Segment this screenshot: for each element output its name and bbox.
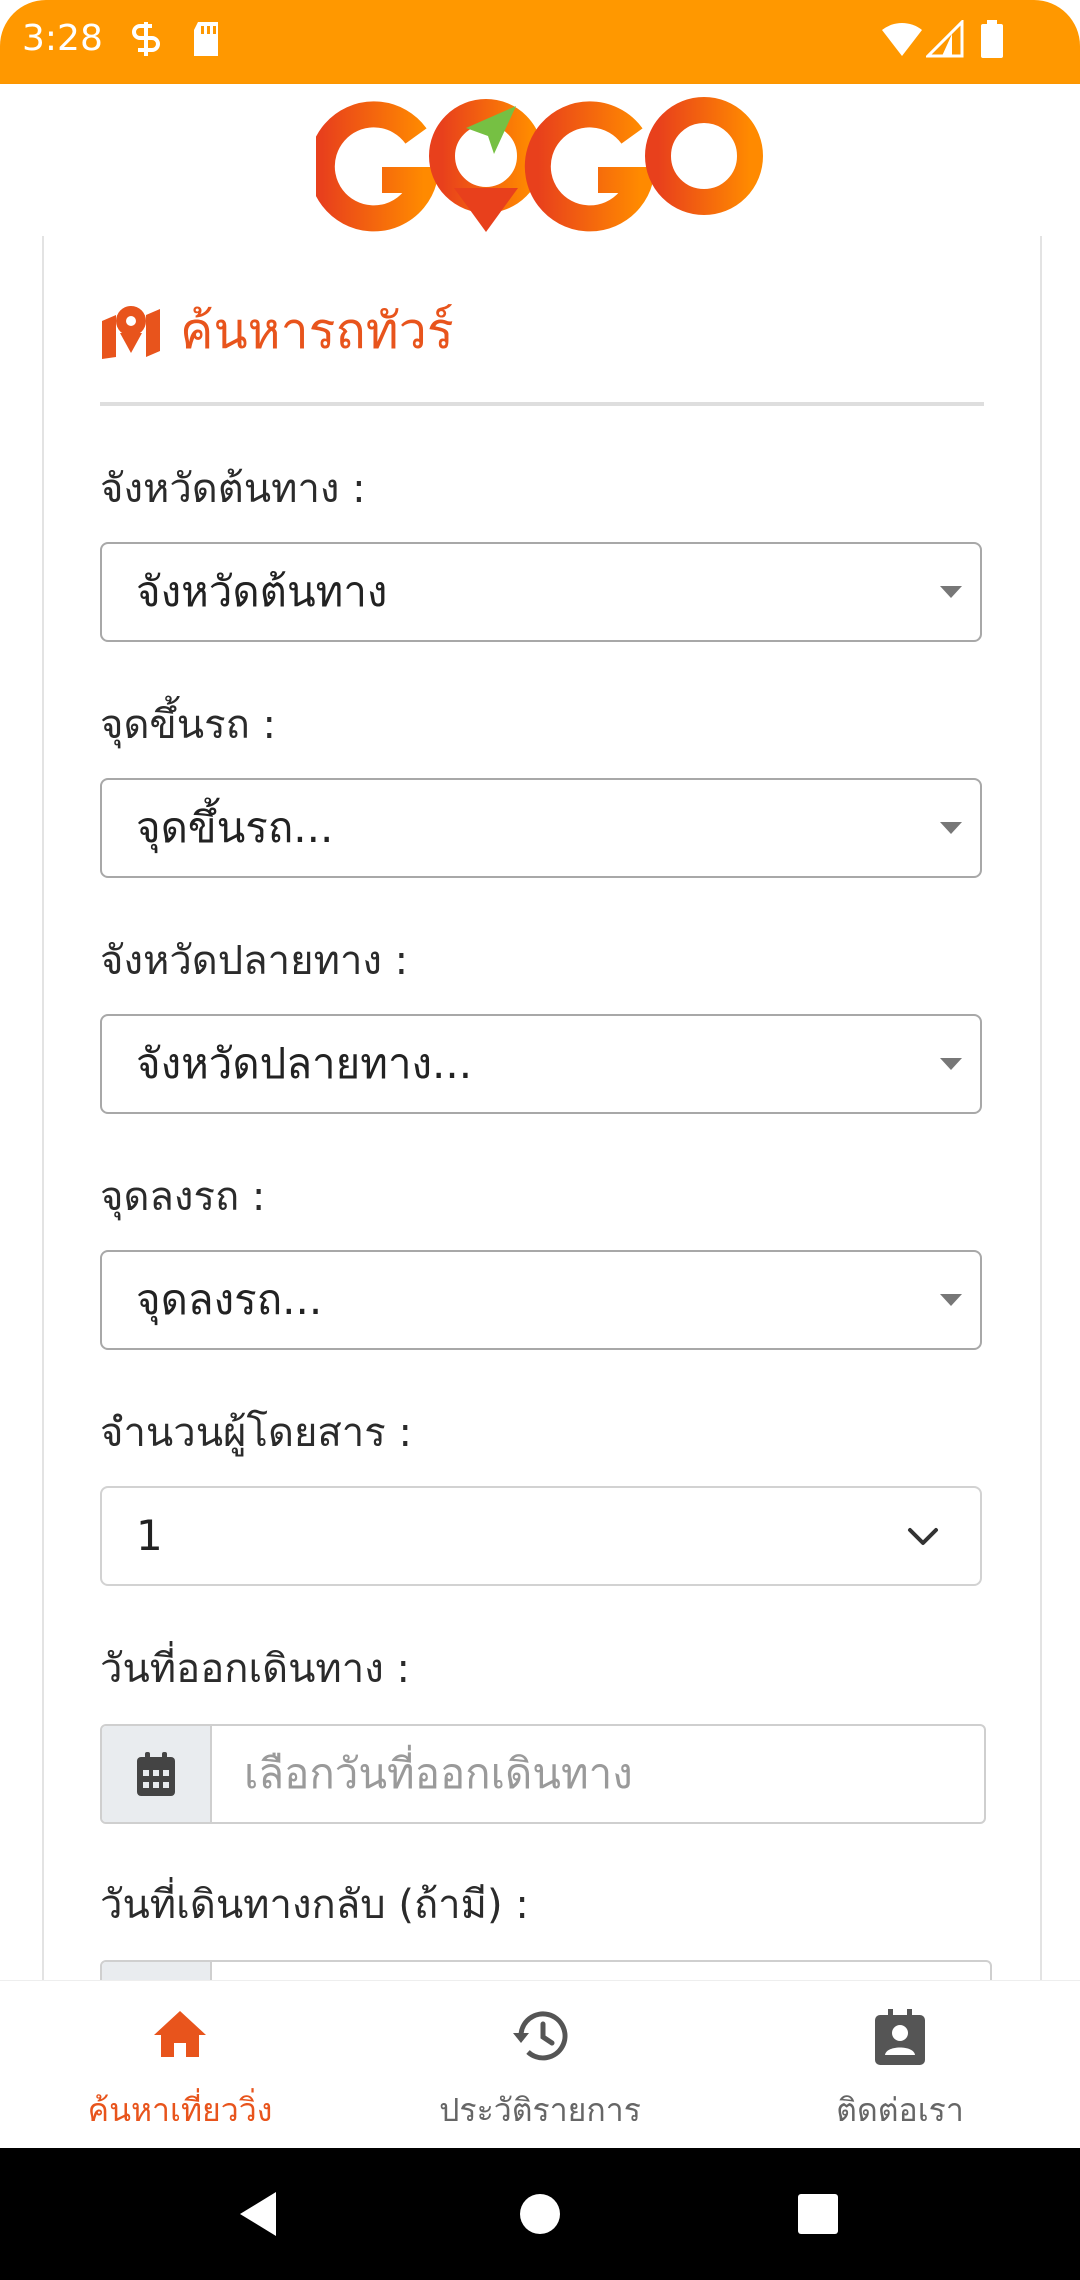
origin-province-value: จังหวัดต้นทาง [136, 567, 388, 616]
back-icon[interactable] [236, 2190, 280, 2238]
battery-icon [981, 20, 1003, 58]
card-title-text: ค้นหารถทัวร์ [180, 301, 454, 360]
home-button-icon[interactable] [518, 2190, 562, 2238]
status-bar: 3:28 [0, 0, 1080, 84]
nav-item-history[interactable]: ประวัติรายการ [360, 1981, 720, 2149]
caret-down-icon [940, 822, 962, 834]
destination-province-select[interactable]: จังหวัดปลายทาง... [100, 1014, 982, 1114]
departure-date-field[interactable]: เลือกวันที่ออกเดินทาง [100, 1724, 986, 1824]
title-divider [100, 402, 984, 406]
sd-card-icon [194, 22, 218, 56]
home-icon [154, 2011, 206, 2057]
departure-date-label: วันที่ออกเดินทาง : [100, 1646, 410, 1692]
nav-label-history: ประวัติรายการ [439, 2091, 641, 2129]
app-header [0, 84, 1080, 236]
signal-icon [926, 20, 964, 58]
origin-province-select[interactable]: จังหวัดต้นทาง [100, 542, 982, 642]
system-navigation-bar [0, 2148, 1080, 2280]
dropoff-point-label: จุดลงรถ : [100, 1174, 266, 1220]
calendar-icon [137, 1752, 175, 1796]
pickup-point-label: จุดขึ้นรถ : [100, 702, 276, 748]
pickup-point-value: จุดขึ้นรถ... [136, 803, 334, 852]
search-card: ค้นหารถทัวร์ จังหวัดต้นทาง : จังหวัดต้นท… [42, 236, 1042, 1980]
recents-icon[interactable] [796, 2190, 840, 2238]
pickup-point-select[interactable]: จุดขึ้นรถ... [100, 778, 982, 878]
chevron-down-icon [908, 1528, 938, 1545]
dropoff-point-select[interactable]: จุดลงรถ... [100, 1250, 982, 1350]
departure-date-placeholder: เลือกวันที่ออกเดินทาง [244, 1749, 633, 1798]
sim-icon [132, 22, 160, 56]
calendar-addon[interactable] [102, 1726, 212, 1822]
bottom-navigation: ค้นหาเที่ยววิ่ง ประวัติรายการ ติดต่อเรา [0, 1980, 1080, 2149]
contact-icon [875, 2009, 925, 2065]
card-title: ค้นหารถทัวร์ [100, 296, 454, 366]
destination-province-value: จังหวัดปลายทาง... [136, 1039, 473, 1088]
passengers-value: 1 [136, 1511, 163, 1560]
caret-down-icon [940, 1294, 962, 1306]
gogo-logo [316, 97, 763, 232]
history-icon [513, 2011, 568, 2061]
content-scroll[interactable]: ค้นหารถทัวร์ จังหวัดต้นทาง : จังหวัดต้นท… [0, 236, 1080, 1980]
passengers-label: จำนวนผู้โดยสาร : [100, 1410, 412, 1456]
origin-province-label: จังหวัดต้นทาง : [100, 466, 366, 512]
dropoff-point-value: จุดลงรถ... [136, 1275, 323, 1324]
return-date-label: วันที่เดินทางกลับ (ถ้ามี) : [100, 1882, 529, 1928]
return-date-field[interactable] [100, 1960, 992, 1980]
nav-item-search[interactable]: ค้นหาเที่ยววิ่ง [0, 1981, 360, 2149]
passengers-select[interactable]: 1 [100, 1486, 982, 1586]
destination-province-label: จังหวัดปลายทาง : [100, 938, 409, 984]
wifi-icon [882, 22, 922, 56]
calendar-addon[interactable] [102, 1962, 212, 1980]
map-icon [102, 306, 160, 359]
status-time: 3:28 [22, 18, 103, 59]
nav-item-contact[interactable]: ติดต่อเรา [720, 1981, 1080, 2149]
caret-down-icon [940, 1058, 962, 1070]
caret-down-icon [940, 586, 962, 598]
nav-label-contact: ติดต่อเรา [836, 2091, 964, 2129]
nav-label-search: ค้นหาเที่ยววิ่ง [87, 2091, 273, 2129]
